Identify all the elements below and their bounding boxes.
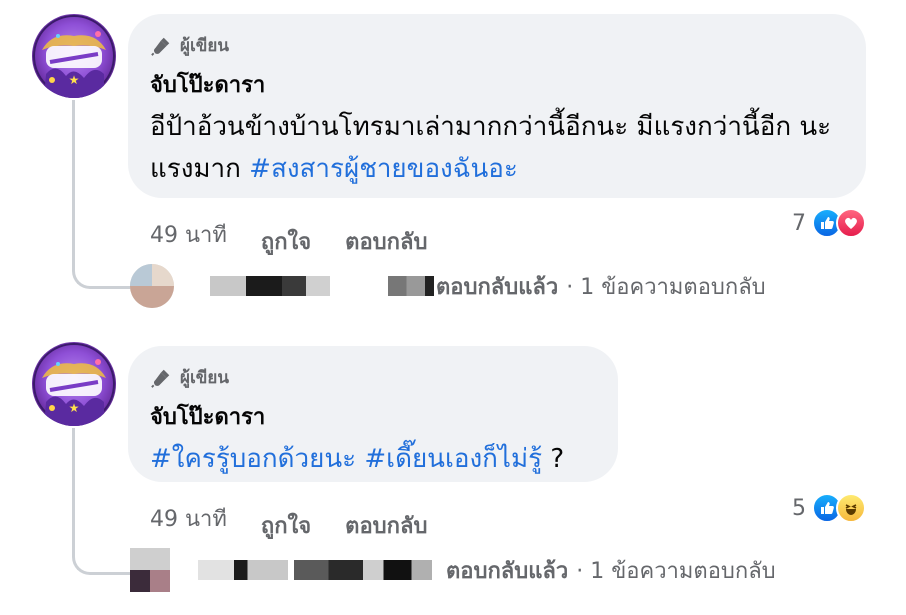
like-button[interactable]: ถูกใจ xyxy=(261,508,311,543)
hashtag-link[interactable]: #เดี๊ยนเองก็ไม่รู้ xyxy=(364,444,542,474)
page-logo-icon: ★ xyxy=(33,15,115,98)
avatar[interactable]: ★ xyxy=(32,14,116,98)
comment-bubble: ผู้เขียน จับโป๊ะดารา อีป้าอ้วนข้างบ้านโท… xyxy=(128,14,866,198)
hashtag-link[interactable]: #ใครรู้บอกด้วยนะ xyxy=(150,444,356,474)
microphone-icon xyxy=(151,37,170,56)
badge-label: ผู้เขียน xyxy=(180,368,229,388)
badge-label: ผู้เขียน xyxy=(180,36,229,56)
comment-text-suffix: ? xyxy=(542,444,565,474)
comment-actions: 49 นาที ถูกใจ ตอบกลับ xyxy=(150,210,427,259)
redacted-name xyxy=(198,560,288,580)
reaction-count: 5 xyxy=(792,495,806,521)
reply-avatar[interactable] xyxy=(130,264,174,308)
replied-label: ตอบกลับแล้ว xyxy=(436,274,559,300)
comment-text: อีป้าอ้วนข้างบ้านโทรมาเล่ามากกว่านี้อีกน… xyxy=(150,106,840,190)
reply-button[interactable]: ตอบกลับ xyxy=(345,224,427,259)
comment-bubble: ผู้เขียน จับโป๊ะดารา #ใครรู้บอกด้วยนะ #เ… xyxy=(128,346,618,482)
svg-text:★: ★ xyxy=(69,73,80,87)
love-icon xyxy=(836,208,866,238)
timestamp[interactable]: 49 นาที xyxy=(150,501,227,536)
reply-avatar[interactable] xyxy=(130,548,170,592)
avatar[interactable]: ★ xyxy=(32,342,116,426)
reply-count: · 1 ข้อความตอบกลับ xyxy=(566,274,766,300)
author-name[interactable]: จับโป๊ะดารา xyxy=(150,67,840,102)
reactions-summary[interactable]: 5 xyxy=(792,493,866,523)
thread-connector xyxy=(72,100,137,289)
comment-actions: 49 นาที ถูกใจ ตอบกลับ xyxy=(150,494,427,543)
author-badge: ผู้เขียน xyxy=(150,32,840,59)
like-button[interactable]: ถูกใจ xyxy=(261,224,311,259)
page-logo-icon: ★ xyxy=(33,343,115,426)
reactions-summary[interactable]: 7 xyxy=(792,208,866,238)
comment-text: #ใครรู้บอกด้วยนะ #เดี๊ยนเองก็ไม่รู้ ? xyxy=(150,438,592,480)
thread-connector xyxy=(72,428,137,575)
redacted-name xyxy=(294,560,432,580)
reaction-count: 7 xyxy=(792,210,806,236)
author-badge: ผู้เขียน xyxy=(150,364,592,391)
hashtag-link[interactable]: #สงสารผู้ชายของฉันอะ xyxy=(249,154,518,184)
replies-summary-row[interactable]: ตอบกลับแล้ว · 1 ข้อความตอบกลับ xyxy=(130,548,776,592)
svg-text:★: ★ xyxy=(69,401,80,415)
replied-label: ตอบกลับแล้ว xyxy=(446,558,569,584)
timestamp[interactable]: 49 นาที xyxy=(150,217,227,252)
haha-icon xyxy=(836,493,866,523)
reply-count: · 1 ข้อความตอบกลับ xyxy=(576,558,776,584)
replies-summary-row[interactable]: ตอบกลับแล้ว · 1 ข้อความตอบกลับ xyxy=(130,264,766,308)
redacted-name xyxy=(388,276,434,296)
author-name[interactable]: จับโป๊ะดารา xyxy=(150,399,592,434)
redacted-name xyxy=(210,276,330,296)
reply-button[interactable]: ตอบกลับ xyxy=(345,508,427,543)
microphone-icon xyxy=(151,369,170,388)
